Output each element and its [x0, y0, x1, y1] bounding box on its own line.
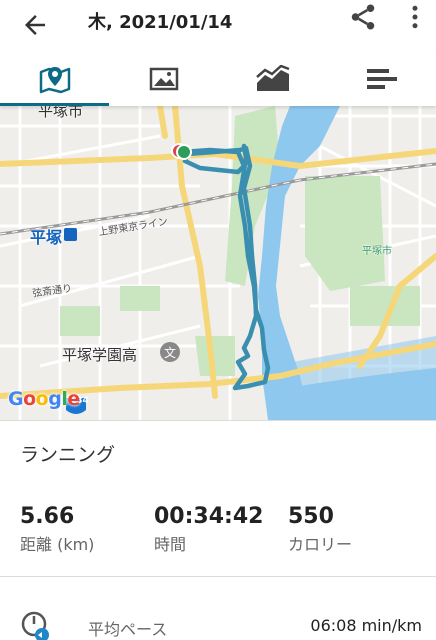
stat-duration-label: 時間 [154, 535, 187, 554]
arrow-back-icon[interactable] [20, 10, 50, 40]
tab-bar [0, 52, 436, 106]
app-bar: 木, 2021/01/14 [0, 0, 436, 52]
pace-speedometer-icon [21, 611, 49, 640]
map-label-east: 平塚市 [362, 246, 392, 257]
stat-distance-label: 距離 (km) [20, 535, 95, 554]
map-pin-icon [39, 67, 70, 94]
map-label-station: 平塚 [30, 228, 63, 247]
stat-duration: 00:34:42 時間 [154, 502, 263, 558]
tab-chart[interactable] [218, 52, 327, 106]
stat-duration-value: 00:34:42 [154, 504, 264, 529]
map-label-school: 平塚学園高 [62, 346, 138, 364]
image-icon [149, 67, 178, 91]
pace-row: 平均ペース 06:08 min/km [0, 598, 436, 640]
divider [0, 576, 436, 577]
stat-calories-value: 550 [288, 504, 334, 529]
pace-value: 06:08 min/km [310, 616, 422, 635]
activity-type: ランニング [20, 444, 116, 466]
area-chart-icon [255, 65, 289, 91]
svg-text:文: 文 [164, 345, 176, 360]
more-vert-icon[interactable] [400, 2, 430, 32]
stat-distance: 5.66 距離 (km) [20, 502, 94, 558]
stat-distance-value: 5.66 [20, 504, 75, 529]
google-logo: Google [8, 388, 80, 410]
tab-laps[interactable] [327, 52, 436, 106]
page-title: 木, 2021/01/14 [88, 12, 233, 33]
map-canvas: 文 [0, 106, 436, 420]
map-label-city: 平塚市 [38, 106, 84, 120]
route-map[interactable]: 文 平塚市 平塚 上野東京ライン 弦斎通り 平塚学園高 平塚市 134 Goog… [0, 106, 436, 420]
tab-map[interactable] [0, 52, 109, 106]
stat-calories-label: カロリー [288, 535, 353, 554]
share-icon[interactable] [348, 2, 378, 32]
pace-label: 平均ペース [88, 620, 168, 639]
stat-calories: 550 カロリー [288, 502, 352, 558]
divider [0, 420, 436, 421]
list-bars-icon [366, 69, 397, 89]
tab-photos[interactable] [109, 52, 218, 106]
